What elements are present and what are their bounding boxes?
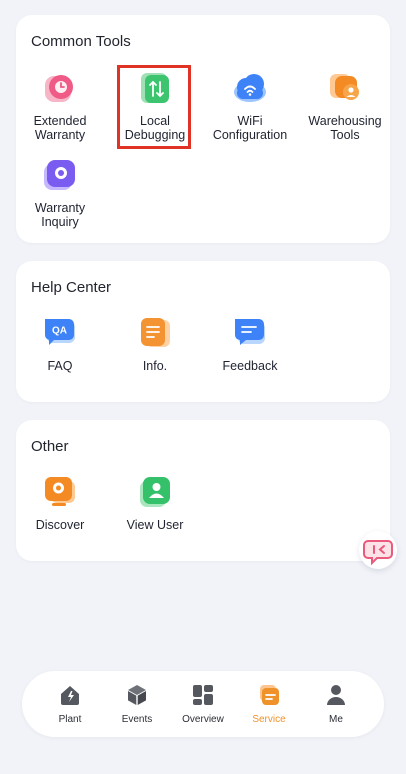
help-center-title: Help Center <box>31 279 112 296</box>
qa-bubble-icon: QA <box>42 315 78 351</box>
service-layers-icon <box>257 683 281 707</box>
feedback-item[interactable]: Feedback <box>205 315 295 373</box>
wifi-cloud-icon <box>232 70 268 106</box>
events-cube-icon <box>125 683 149 707</box>
faq-item[interactable]: QA FAQ <box>15 315 105 373</box>
view-user-icon <box>137 474 173 510</box>
discover-item[interactable]: Discover <box>15 474 105 532</box>
warehousing-tools-label: Warehousing Tools <box>308 114 382 142</box>
discover-label: Discover <box>35 518 85 532</box>
tab-events-label: Events <box>121 714 153 725</box>
view-user-label: View User <box>126 518 184 532</box>
warranty-inquiry-tool[interactable]: Warranty Inquiry <box>15 157 105 229</box>
info-label: Info. <box>142 359 168 373</box>
bottom-tab-bar: Plant Events Overview Service Me <box>22 671 384 737</box>
warehouse-person-icon <box>327 70 363 106</box>
feedback-label: Feedback <box>222 359 278 373</box>
wifi-configuration-label: WiFi Configuration <box>212 114 288 142</box>
info-document-icon <box>137 315 173 351</box>
extended-warranty-label: Extended Warranty <box>33 114 87 142</box>
warranty-clock-icon <box>42 70 78 106</box>
warranty-inquiry-label: Warranty Inquiry <box>34 201 86 229</box>
other-card: Other Discover View User <box>16 420 390 561</box>
tab-me-label: Me <box>329 714 343 725</box>
tab-me[interactable]: Me <box>305 683 367 725</box>
faq-badge: QA <box>52 326 67 337</box>
tab-plant[interactable]: Plant <box>39 683 101 725</box>
faq-label: FAQ <box>47 359 73 373</box>
info-item[interactable]: Info. <box>110 315 200 373</box>
tab-service[interactable]: Service <box>238 683 300 725</box>
discover-monitor-icon <box>42 474 78 510</box>
common-tools-card: Common Tools Extended Warranty Local Deb… <box>16 15 390 243</box>
view-user-item[interactable]: View User <box>110 474 200 532</box>
chat-support-button[interactable] <box>359 531 397 569</box>
tab-plant-label: Plant <box>58 714 82 725</box>
wifi-configuration-tool[interactable]: WiFi Configuration <box>205 70 295 142</box>
tab-events[interactable]: Events <box>106 683 168 725</box>
selection-highlight <box>117 65 191 149</box>
warranty-inquiry-icon <box>42 157 78 193</box>
tab-overview-label: Overview <box>182 714 224 725</box>
other-title: Other <box>31 438 69 455</box>
me-person-icon <box>324 683 348 707</box>
overview-grid-icon <box>191 683 215 707</box>
tab-overview[interactable]: Overview <box>172 683 234 725</box>
plant-house-icon <box>58 683 82 707</box>
warehousing-tools-tool[interactable]: Warehousing Tools <box>300 70 390 142</box>
common-tools-title: Common Tools <box>31 33 131 50</box>
feedback-bubble-icon <box>232 315 268 351</box>
help-center-card: Help Center QA FAQ Info. Feedback <box>16 261 390 402</box>
tab-service-label: Service <box>252 714 286 725</box>
extended-warranty-tool[interactable]: Extended Warranty <box>15 70 105 142</box>
chat-support-icon <box>363 540 393 566</box>
